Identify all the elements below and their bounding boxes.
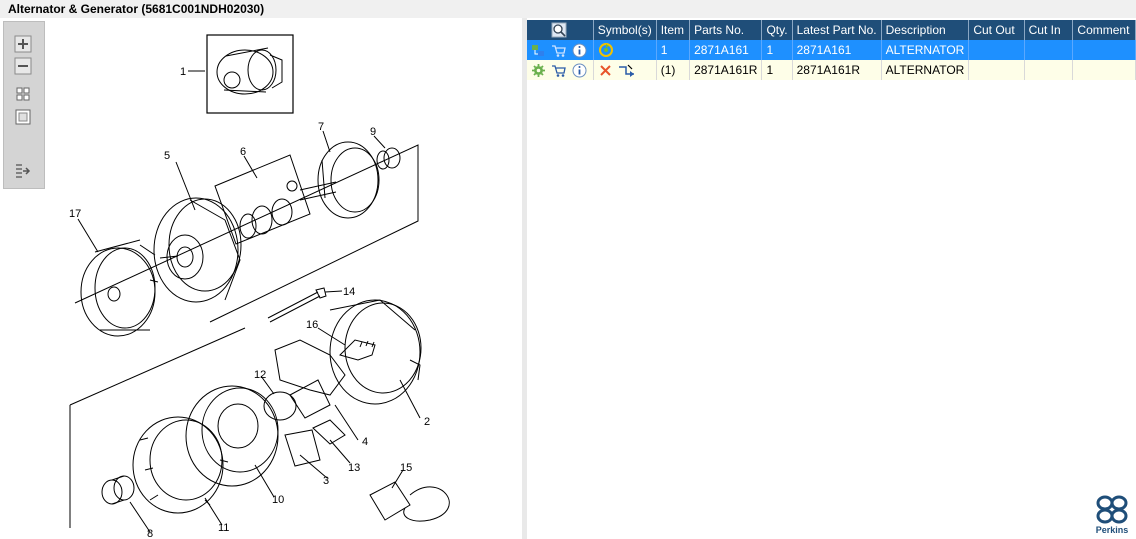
table-header-row: Symbol(s) Item Parts No. Qty. Latest Par…	[527, 20, 1136, 40]
callout-9: 9	[370, 126, 376, 138]
cell-comment	[1072, 60, 1136, 80]
cart-icon[interactable]	[551, 43, 567, 58]
exploded-parts-diagram[interactable]: 1 2 3 4 5 6 7 8 9 10 11 12 13 14 15 16 1…	[0, 18, 522, 539]
perkins-logo-text: Perkins	[1095, 525, 1129, 535]
cell-cut-in	[1024, 40, 1074, 60]
row-actions	[527, 60, 594, 80]
zoom-out-icon[interactable]	[14, 57, 32, 75]
callout-12: 12	[254, 369, 266, 381]
callout-11: 11	[218, 522, 229, 534]
cell-description: ALTERNATOR	[881, 40, 970, 60]
callout-14: 14	[343, 286, 355, 298]
row-symbols	[593, 60, 657, 80]
part-16-regulator	[274, 339, 376, 396]
cell-item: 1	[656, 40, 691, 60]
info-icon[interactable]	[572, 43, 587, 58]
column-header-comment[interactable]: Comment	[1072, 20, 1136, 40]
part-15-sensor	[369, 481, 450, 522]
callout-5: 5	[164, 150, 170, 162]
callout-16: 16	[306, 319, 318, 331]
column-header-cut-out[interactable]: Cut Out	[968, 20, 1025, 40]
info-icon[interactable]	[572, 63, 587, 78]
callout-15: 15	[400, 462, 412, 474]
table-row[interactable]: (1) 2871A161R 1 2871A161R ALTERNATOR	[527, 60, 1136, 80]
callout-17: 17	[69, 208, 81, 220]
perkins-logo-mark	[1096, 495, 1128, 524]
diagram-toolbar	[3, 21, 45, 189]
alternator-thumbnail	[216, 47, 283, 95]
callout-2: 2	[424, 416, 430, 428]
part-7-rotor	[299, 141, 401, 219]
cell-qty: 1	[761, 60, 793, 80]
parts-list-pane: Symbol(s) Item Parts No. Qty. Latest Par…	[527, 18, 1136, 539]
column-header-latest-part-no[interactable]: Latest Part No.	[792, 20, 882, 40]
fit-all-icon[interactable]	[14, 85, 32, 103]
callout-7: 7	[318, 121, 324, 133]
cell-cut-out	[968, 60, 1025, 80]
cell-parts-no: 2871A161R	[689, 60, 763, 80]
cell-latest-part-no: 2871A161R	[792, 60, 882, 80]
column-header-parts-no[interactable]: Parts No.	[689, 20, 763, 40]
diagram-pane[interactable]: 1 2 3 4 5 6 7 8 9 10 11 12 13 14 15 16 1…	[0, 18, 522, 539]
export-list-icon[interactable]	[14, 162, 32, 180]
cell-cut-out	[968, 40, 1025, 60]
callout-8: 8	[147, 528, 153, 539]
cell-comment	[1072, 40, 1136, 60]
cell-item: (1)	[656, 60, 691, 80]
cell-parts-no: 2871A161	[689, 40, 763, 60]
table-row[interactable]: 1 2871A161 1 2871A161 ALTERNATOR	[527, 40, 1136, 60]
perkins-logo: Perkins	[1092, 495, 1132, 537]
row-symbols	[593, 40, 657, 60]
callout-1: 1	[180, 66, 186, 78]
actual-size-icon[interactable]	[14, 108, 32, 126]
window-title-bar: Alternator & Generator (5681C001NDH02030…	[0, 0, 1136, 18]
part-10-stator	[185, 385, 279, 487]
cell-description: ALTERNATOR	[881, 60, 970, 80]
column-header-symbols[interactable]: Symbol(s)	[593, 20, 657, 40]
cell-latest-part-no: 2871A161	[792, 40, 882, 60]
callout-3: 3	[323, 475, 329, 487]
cell-cut-in	[1024, 60, 1074, 80]
replacement-arrow-icon	[619, 64, 635, 77]
column-header-cut-in[interactable]: Cut In	[1024, 20, 1074, 40]
callout-10: 10	[272, 494, 284, 506]
reman-exchange-icon	[598, 43, 613, 57]
parts-tree-icon[interactable]	[531, 43, 546, 58]
settings-gear-icon[interactable]	[531, 63, 546, 78]
part-14-bolt	[267, 287, 327, 323]
part-17-fan	[80, 239, 159, 337]
column-header-description[interactable]: Description	[881, 20, 970, 40]
part-8-bushing	[101, 475, 135, 505]
callout-4: 4	[362, 436, 368, 448]
cart-icon[interactable]	[551, 63, 567, 78]
part-11-stator-winding	[132, 416, 229, 514]
row-actions	[527, 40, 594, 60]
window-title: Alternator & Generator (5681C001NDH02030…	[8, 2, 265, 16]
cell-qty: 1	[761, 40, 793, 60]
parts-table: Symbol(s) Item Parts No. Qty. Latest Par…	[527, 20, 1136, 80]
callout-6: 6	[240, 146, 246, 158]
part-5-housing	[153, 197, 242, 303]
column-header-qty[interactable]: Qty.	[761, 20, 793, 40]
callout-13: 13	[348, 462, 360, 474]
zoom-in-icon[interactable]	[14, 35, 32, 53]
column-header-item[interactable]: Item	[656, 20, 691, 40]
column-filter-header[interactable]	[527, 20, 594, 40]
remove-icon	[599, 64, 611, 76]
search-filter-icon[interactable]	[551, 22, 567, 38]
